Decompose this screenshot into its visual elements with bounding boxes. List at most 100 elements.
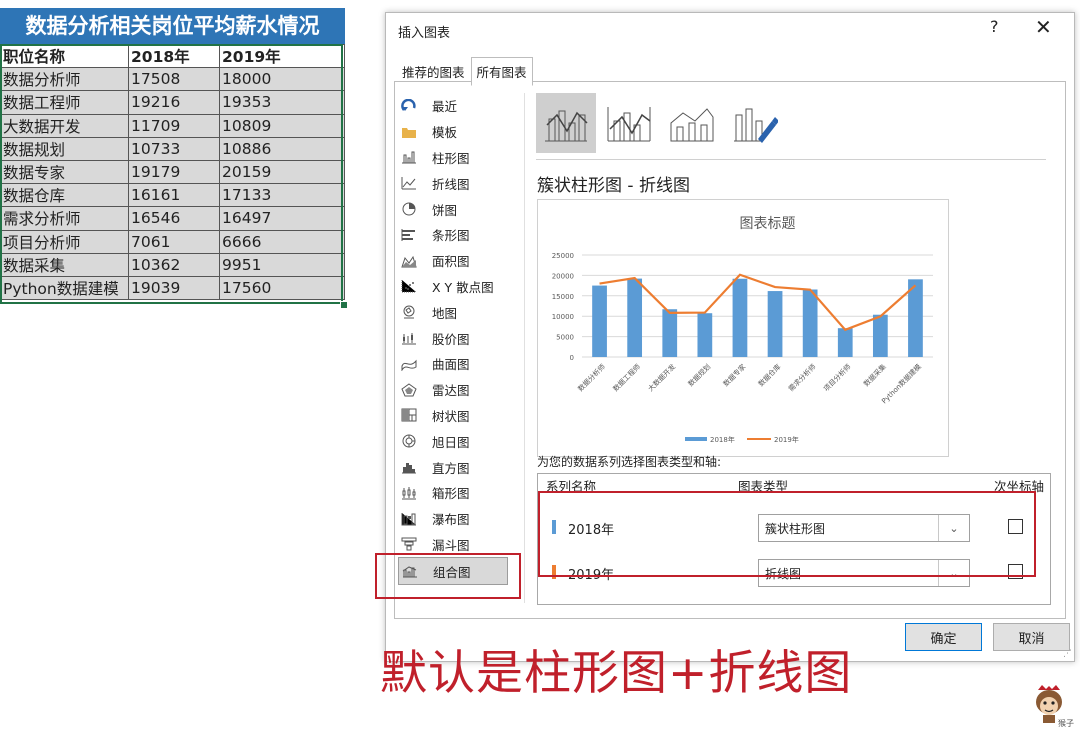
table-cell[interactable]: 10809 — [219, 113, 345, 138]
series-table: 系列名称 图表类型 次坐标轴 2018年 簇状柱形图 ⌄ 2019年 折线图 ⌄ — [537, 473, 1051, 605]
table-cell[interactable]: 需求分析师 — [0, 206, 129, 231]
subtype-custom-combo[interactable] — [725, 93, 785, 153]
chart-type-label: 饼图 — [432, 202, 458, 218]
legend-swatch — [685, 437, 707, 441]
area-column-icon — [670, 108, 714, 142]
table-row: 数据仓库 16161 17133 — [0, 183, 345, 208]
table-cell[interactable]: 数据工程师 — [0, 90, 129, 115]
chart-type-surface[interactable]: 曲面图 — [400, 351, 520, 377]
chart-type-sunburst[interactable]: 旭日图 — [400, 428, 520, 454]
chart-type-recent[interactable]: 最近 — [400, 93, 520, 119]
subtype-stacked-area-column[interactable] — [662, 93, 722, 153]
table-cell[interactable]: 大数据开发 — [0, 113, 129, 138]
series-color-swatch — [552, 565, 556, 579]
table-cell[interactable]: 10733 — [128, 136, 220, 161]
table-cell[interactable]: 17508 — [128, 67, 220, 92]
chart-type-map[interactable]: 地图 — [400, 299, 520, 325]
table-cell[interactable]: 9951 — [219, 252, 345, 277]
chart-type-waterfall[interactable]: 瀑布图 — [400, 506, 520, 532]
table-cell[interactable]: 16497 — [219, 206, 345, 231]
ok-button[interactable]: 确定 — [905, 623, 982, 651]
bar — [662, 309, 678, 357]
table-cell[interactable]: 17560 — [219, 275, 345, 301]
table-cell[interactable]: 数据采集 — [0, 252, 129, 277]
chart-type-treemap[interactable]: 树状图 — [400, 403, 520, 429]
chart-type-funnel[interactable]: 漏斗图 — [400, 532, 520, 558]
secondary-axis-checkbox[interactable] — [1008, 519, 1023, 534]
table-cell[interactable]: 项目分析师 — [0, 229, 129, 254]
y-tick-label: 15000 — [552, 293, 574, 301]
resize-grip-icon[interactable]: ⋰ — [1063, 649, 1072, 659]
table-cell[interactable]: 16546 — [128, 206, 220, 231]
chart-type-label: 面积图 — [432, 254, 470, 270]
clustered-column-line-icon — [545, 110, 588, 142]
chart-type-label: 股价图 — [432, 331, 470, 347]
chart-type-radar[interactable]: 雷达图 — [400, 377, 520, 403]
series-prompt: 为您的数据系列选择图表类型和轴: — [537, 455, 722, 469]
series-type-select[interactable]: 折线图 ⌄ — [758, 559, 970, 587]
chart-type-label: 旭日图 — [432, 434, 470, 450]
radar-chart-icon — [400, 382, 418, 398]
scatter-chart-icon — [400, 278, 418, 294]
logo-text: 猴子 — [1058, 719, 1074, 728]
table-cell[interactable]: 7061 — [128, 229, 220, 254]
chart-type-histogram[interactable]: 直方图 — [400, 454, 520, 480]
chevron-down-icon[interactable]: ⌄ — [938, 560, 969, 586]
stock-chart-icon — [400, 330, 418, 346]
fill-handle[interactable] — [340, 301, 348, 309]
table-cell[interactable]: 19216 — [128, 90, 220, 115]
chevron-down-icon[interactable]: ⌄ — [938, 515, 969, 541]
chart-type-combo[interactable]: 组合图 — [398, 557, 508, 586]
chart-type-area[interactable]: 面积图 — [400, 248, 520, 274]
chart-type-bar[interactable]: 条形图 — [400, 222, 520, 248]
table-cell[interactable]: 11709 — [128, 113, 220, 138]
cancel-button[interactable]: 取消 — [993, 623, 1070, 651]
x-tick-label: 数据工程师 — [611, 362, 642, 393]
table-cell[interactable]: 17133 — [219, 183, 345, 208]
chart-type-line[interactable]: 折线图 — [400, 170, 520, 196]
chart-type-template[interactable]: 模板 — [400, 119, 520, 145]
x-tick-label: 数据分析师 — [576, 362, 607, 393]
table-cell[interactable]: 10886 — [219, 136, 345, 161]
chart-type-label: 折线图 — [432, 176, 470, 192]
chart-preview: 图表标题 0 5000 10000 15000 20000 25000 数据分析师 数据工程师大… — [537, 199, 949, 457]
help-button[interactable]: ? — [990, 17, 999, 36]
series-type-select[interactable]: 簇状柱形图 ⌄ — [758, 514, 970, 542]
chart-type-label: 直方图 — [432, 460, 470, 476]
table-cell[interactable]: Python数据建模 — [0, 275, 129, 301]
table-cell[interactable]: 数据规划 — [0, 136, 129, 161]
table-cell[interactable]: 20159 — [219, 159, 345, 185]
table-cell[interactable]: 19179 — [128, 159, 220, 185]
chart-type-column[interactable]: 柱形图 — [400, 145, 520, 171]
chart-type-pie[interactable]: 饼图 — [400, 196, 520, 222]
series-name: 2018年 — [568, 523, 615, 538]
table-cell[interactable]: 6666 — [219, 229, 345, 254]
column-header[interactable]: 2018年 — [128, 43, 220, 69]
waterfall-chart-icon — [400, 511, 418, 527]
bar — [627, 278, 643, 357]
table-cell[interactable]: 16161 — [128, 183, 220, 208]
tab-all-charts[interactable]: 所有图表 — [470, 57, 533, 86]
chart-title: 图表标题 — [740, 216, 796, 232]
subtype-column-line-secondary[interactable] — [599, 93, 659, 153]
close-button[interactable]: ✕ — [1035, 15, 1052, 39]
chart-type-label: 树状图 — [432, 408, 470, 424]
bar — [802, 289, 818, 357]
table-cell[interactable]: 数据分析师 — [0, 67, 129, 92]
table-cell[interactable]: 19039 — [128, 275, 220, 301]
table-cell[interactable]: 10362 — [128, 252, 220, 277]
table-cell[interactable]: 数据专家 — [0, 159, 129, 185]
table-cell[interactable]: 18000 — [219, 67, 345, 92]
column-header[interactable]: 2019年 — [219, 43, 345, 69]
histogram-chart-icon — [400, 459, 418, 475]
column-header[interactable]: 职位名称 — [0, 43, 129, 69]
folder-icon — [400, 124, 418, 140]
subtype-clustered-column-line[interactable] — [536, 93, 596, 153]
chart-type-box[interactable]: 箱形图 — [400, 480, 520, 506]
table-cell[interactable]: 19353 — [219, 90, 345, 115]
table-cell[interactable]: 数据仓库 — [0, 183, 129, 208]
secondary-axis-header: 次坐标轴 — [994, 479, 1045, 494]
chart-type-scatter[interactable]: X Y 散点图 — [400, 274, 520, 300]
secondary-axis-checkbox[interactable] — [1008, 564, 1023, 579]
chart-type-stock[interactable]: 股价图 — [400, 325, 520, 351]
